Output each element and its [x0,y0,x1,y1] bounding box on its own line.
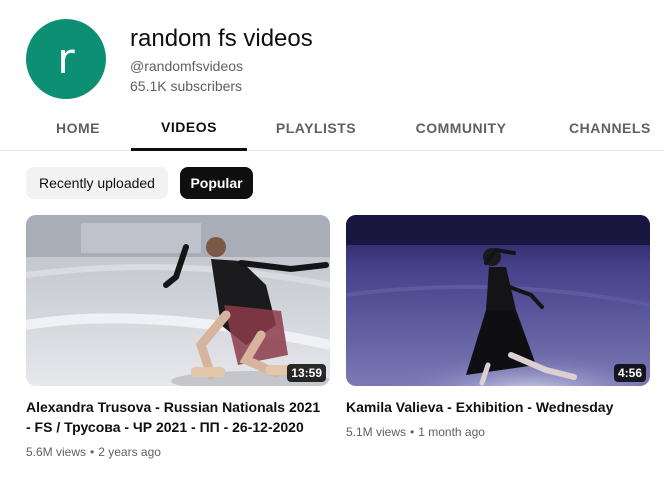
skater-thumbnail-image [346,215,650,386]
video-duration-badge: 13:59 [287,364,326,382]
video-thumbnail[interactable]: 13:59 [26,215,330,386]
view-count: 5.1M views [346,425,407,439]
video-thumbnail[interactable]: 4:56 [346,215,650,386]
channel-handle: @randomfsvideos [130,58,244,74]
tab-home[interactable]: HOME [26,106,130,150]
tab-channels[interactable]: CHANNELS [552,106,664,150]
tab-playlists[interactable]: PLAYLISTS [263,106,369,150]
video-meta: 5.1M views • 1 month ago [346,423,650,441]
video-title[interactable]: Kamila Valieva - Exhibition - Wednesday [346,397,646,417]
video-title[interactable]: Alexandra Trusova - Russian Nationals 20… [26,397,326,437]
chip-popular[interactable]: Popular [180,167,253,199]
video-meta: 5.6M views • 2 years ago [26,443,330,461]
video-card[interactable]: 13:59 Alexandra Trusova - Russian Nation… [26,215,330,461]
channel-info: random fs videos @randomfsvideos 65.1K s… [130,24,313,96]
channel-header: r random fs videos @randomfsvideos 65.1K… [26,18,646,100]
channel-avatar[interactable]: r [26,19,106,99]
channel-tabs: HOME VIDEOS PLAYLISTS COMMUNITY CHANNELS [0,106,664,151]
video-card[interactable]: 4:56 Kamila Valieva - Exhibition - Wedne… [346,215,650,441]
view-count: 5.6M views [26,445,87,459]
tab-videos[interactable]: VIDEOS [131,106,247,151]
skater-thumbnail-image [26,215,330,386]
meta-separator: • [410,425,415,439]
tab-community[interactable]: COMMUNITY [402,106,520,150]
video-duration-badge: 4:56 [613,364,646,382]
subscriber-count: 65.1K subscribers [130,78,243,94]
avatar-letter: r [57,34,75,83]
meta-separator: • [90,445,95,459]
upload-age: 1 month ago [418,425,485,439]
upload-age: 2 years ago [98,445,161,459]
chip-recently-uploaded[interactable]: Recently uploaded [26,167,168,199]
channel-name: random fs videos [130,25,313,52]
